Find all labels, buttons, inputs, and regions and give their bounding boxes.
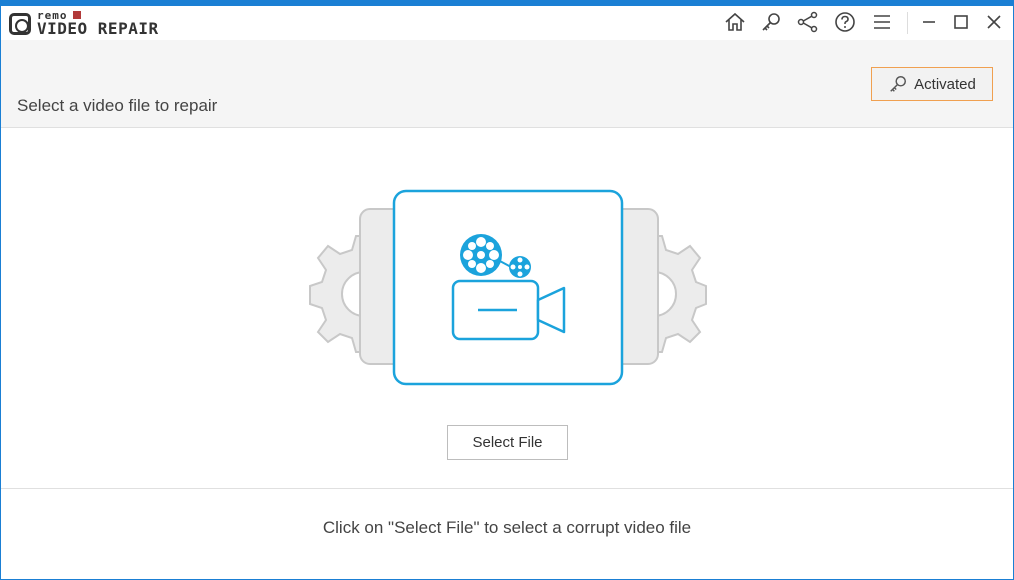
titlebar-separator — [907, 12, 908, 34]
logo-brand-title: VIDEO REPAIR — [37, 19, 159, 38]
key-icon — [890, 76, 907, 92]
home-button[interactable] — [722, 9, 748, 35]
maximize-button[interactable] — [948, 9, 974, 35]
logo-mark-icon — [9, 13, 31, 35]
instruction-text: Click on "Select File" to select a corru… — [322, 518, 692, 537]
header-panel: Select a video file to repair Activated — [1, 40, 1013, 128]
video-repair-illustration — [309, 189, 707, 386]
home-icon — [725, 12, 745, 31]
main-panel: Select File — [1, 129, 1013, 489]
app-logo: remo VIDEO REPAIR — [9, 9, 189, 38]
menu-button[interactable] — [869, 9, 895, 35]
minimize-icon — [923, 21, 935, 23]
close-icon — [987, 15, 1001, 29]
select-file-button[interactable]: Select File — [447, 425, 568, 460]
maximize-icon — [954, 15, 968, 29]
share-icon — [797, 11, 818, 33]
help-button[interactable] — [832, 9, 858, 35]
logo-dot — [73, 11, 81, 19]
activation-key-button[interactable] — [758, 9, 784, 35]
title-bar: remo VIDEO REPAIR — [1, 6, 1013, 40]
help-icon — [835, 12, 855, 32]
close-button[interactable] — [981, 9, 1007, 35]
minimize-button[interactable] — [916, 9, 942, 35]
key-icon — [762, 13, 780, 31]
share-button[interactable] — [795, 9, 821, 35]
activated-button[interactable]: Activated — [871, 67, 993, 101]
page-title: Select a video file to repair — [17, 96, 218, 115]
app-window: remo VIDEO REPAIR Select a video file to… — [0, 0, 1014, 580]
activated-label: Activated — [914, 75, 976, 93]
menu-icon — [874, 15, 890, 29]
